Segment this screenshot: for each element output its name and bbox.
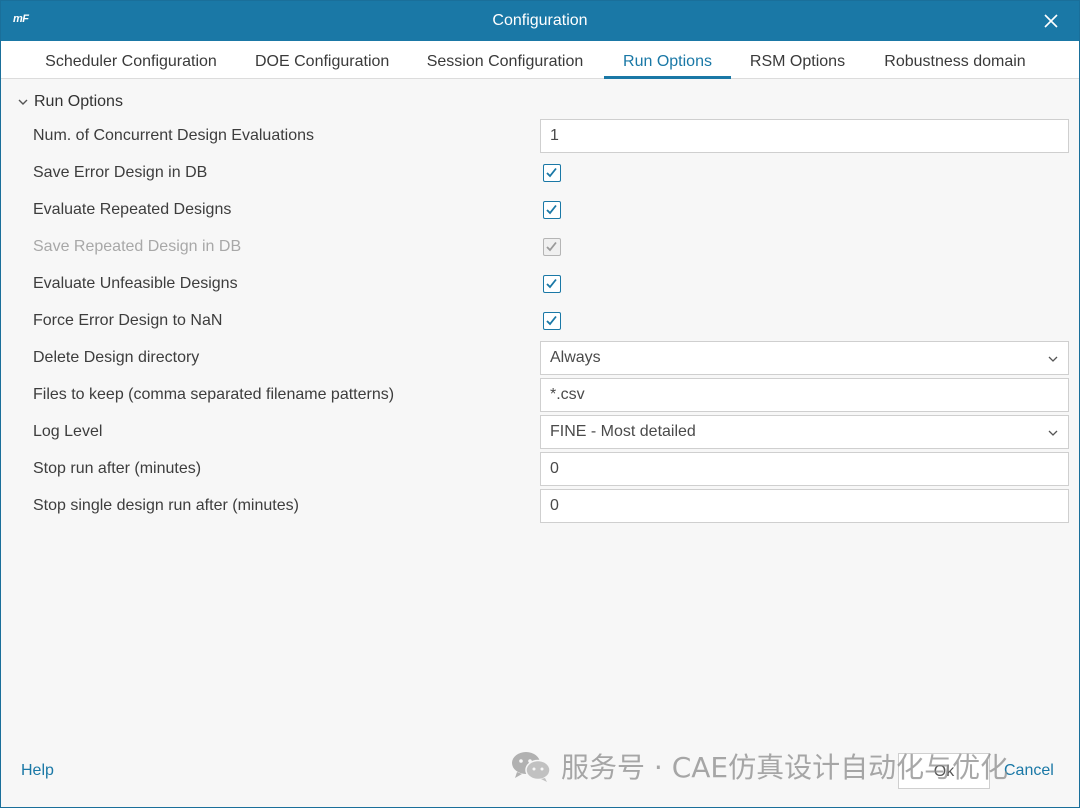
tab-scheduler-configuration[interactable]: Scheduler Configuration (44, 41, 218, 79)
close-button[interactable] (1041, 11, 1061, 31)
files-to-keep-input[interactable]: *.csv (540, 378, 1069, 412)
chevron-down-icon (1048, 430, 1058, 436)
section-title: Run Options (34, 93, 123, 110)
save-error-design-label: Save Error Design in DB (33, 164, 208, 181)
files-to-keep-label: Files to keep (comma separated filename … (33, 386, 395, 403)
tab-rsm-options[interactable]: RSM Options (749, 41, 846, 79)
tab-session-configuration[interactable]: Session Configuration (425, 41, 585, 79)
row-save-repeated: Save Repeated Design in DB (1, 229, 1079, 265)
ok-button[interactable]: Ok (898, 753, 990, 789)
run-options-section-toggle[interactable]: Run Options (17, 91, 123, 113)
delete-directory-value: Always (550, 349, 601, 366)
stop-run-after-label: Stop run after (minutes) (33, 460, 202, 477)
evaluate-unfeasible-label: Evaluate Unfeasible Designs (33, 275, 238, 292)
chevron-down-icon (18, 99, 28, 105)
save-repeated-checkbox (543, 238, 561, 256)
log-level-value: FINE - Most detailed (550, 423, 696, 440)
force-error-nan-checkbox[interactable] (543, 312, 561, 330)
chevron-down-icon (1048, 356, 1058, 362)
delete-directory-label: Delete Design directory (33, 349, 200, 366)
row-evaluate-repeated: Evaluate Repeated Designs (1, 192, 1079, 228)
tab-doe-configuration[interactable]: DOE Configuration (255, 41, 389, 79)
evaluate-unfeasible-checkbox[interactable] (543, 275, 561, 293)
help-link[interactable]: Help (21, 762, 54, 780)
wechat-icon (512, 752, 551, 782)
row-files-to-keep: Files to keep (comma separated filename … (1, 377, 1079, 413)
row-concurrent-evaluations: Num. of Concurrent Design Evaluations 1 (1, 118, 1079, 154)
tab-bar: Scheduler Configuration DOE Configuratio… (1, 41, 1079, 79)
title-bar: mF Configuration (1, 1, 1079, 41)
checkmark-icon (546, 204, 557, 215)
log-level-label: Log Level (33, 423, 103, 440)
stop-single-after-label: Stop single design run after (minutes) (33, 497, 299, 514)
delete-directory-select[interactable]: Always (540, 341, 1069, 375)
row-delete-directory: Delete Design directory Always (1, 340, 1079, 376)
close-icon (1044, 14, 1058, 28)
checkmark-icon (546, 315, 557, 326)
window-title: Configuration (492, 12, 588, 29)
row-force-error-nan: Force Error Design to NaN (1, 303, 1079, 339)
tab-robustness-domain[interactable]: Robustness domain (882, 41, 1028, 79)
tab-run-options[interactable]: Run Options (604, 41, 731, 79)
checkmark-icon (546, 278, 557, 289)
evaluate-repeated-checkbox[interactable] (543, 201, 561, 219)
save-error-design-checkbox[interactable] (543, 164, 561, 182)
checkmark-icon (546, 241, 557, 252)
stop-run-after-input[interactable]: 0 (540, 452, 1069, 486)
concurrent-evaluations-input[interactable]: 1 (540, 119, 1069, 153)
force-error-nan-label: Force Error Design to NaN (33, 312, 223, 329)
row-evaluate-unfeasible: Evaluate Unfeasible Designs (1, 266, 1079, 302)
evaluate-repeated-label: Evaluate Repeated Designs (33, 201, 232, 218)
stop-single-after-input[interactable]: 0 (540, 489, 1069, 523)
row-save-error-design: Save Error Design in DB (1, 155, 1079, 191)
cancel-button[interactable]: Cancel (1004, 762, 1054, 780)
row-stop-run-after: Stop run after (minutes) 0 (1, 451, 1079, 487)
row-log-level: Log Level FINE - Most detailed (1, 414, 1079, 450)
row-stop-single-after: Stop single design run after (minutes) 0 (1, 488, 1079, 524)
save-repeated-label: Save Repeated Design in DB (33, 238, 242, 255)
log-level-select[interactable]: FINE - Most detailed (540, 415, 1069, 449)
configuration-dialog: mF Configuration Scheduler Configuration… (0, 0, 1080, 808)
checkmark-icon (546, 167, 557, 178)
concurrent-evaluations-label: Num. of Concurrent Design Evaluations (33, 127, 315, 144)
